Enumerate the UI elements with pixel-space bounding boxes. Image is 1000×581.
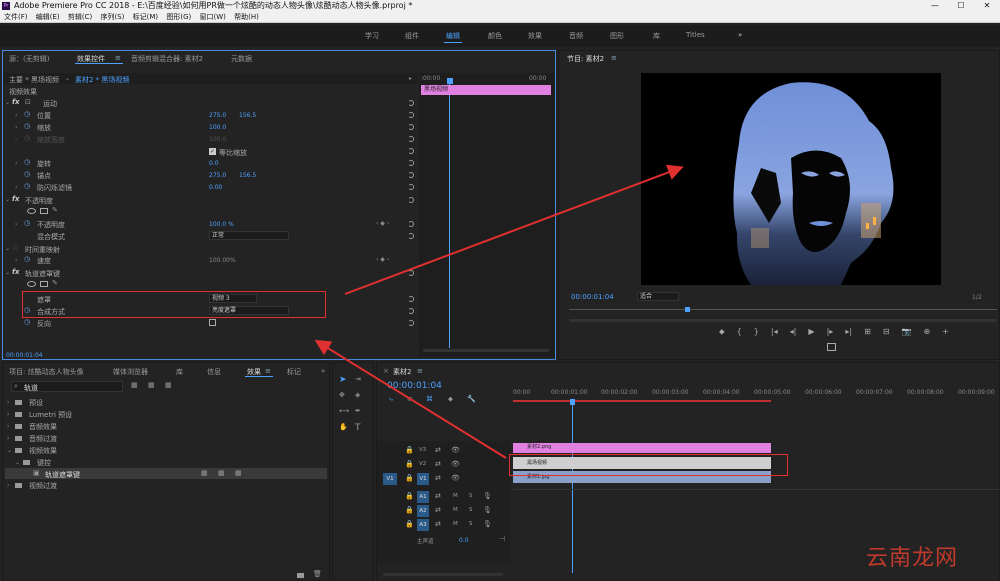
annotation-arrows	[314, 164, 684, 459]
arrow-to-program-monitor	[344, 164, 684, 295]
arrow-to-effect-controls	[314, 339, 507, 459]
watermark: 云南龙网	[866, 546, 959, 571]
